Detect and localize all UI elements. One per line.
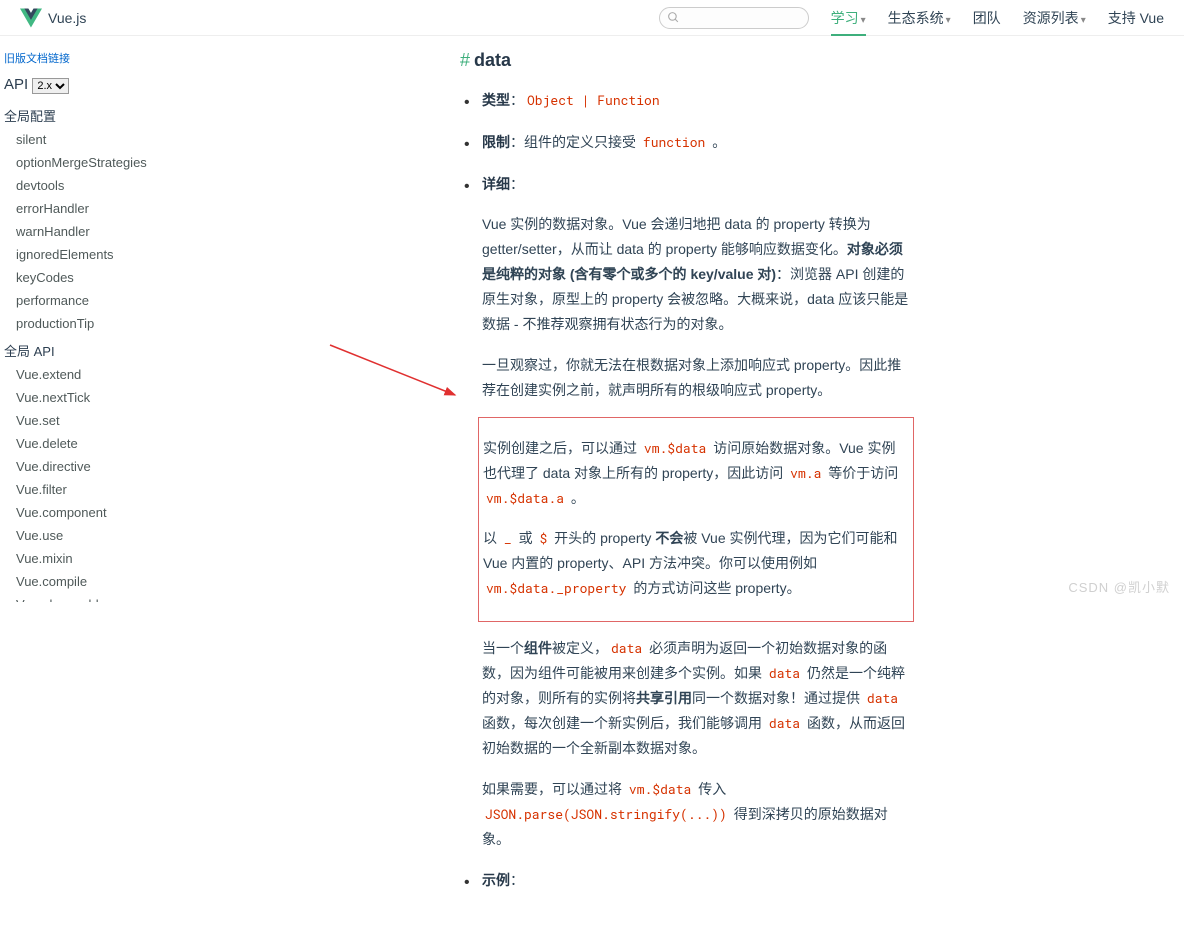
sidebar: 旧版文档链接 API 2.x 全局配置silentoptionMergeStra… (0, 40, 190, 602)
sidebar-item[interactable]: Vue.filter (0, 478, 190, 501)
version-select[interactable]: 2.x (32, 78, 69, 94)
sidebar-item[interactable]: productionTip (0, 312, 190, 335)
type-item: 类型：Object | Function (478, 89, 910, 113)
sidebar-item[interactable]: Vue.delete (0, 432, 190, 455)
detail-item: 详细： Vue 实例的数据对象。Vue 会递归地把 data 的 propert… (478, 173, 910, 852)
detail-p4: 以 _ 或 $ 开头的 property 不会被 Vue 实例代理，因为它们可能… (483, 526, 909, 601)
brand-logo[interactable]: Vue.js (20, 7, 86, 29)
sidebar-title-text: API (4, 76, 28, 93)
detail-p5: 当一个组件被定义，data 必须声明为返回一个初始数据对象的函数，因为组件可能被… (482, 636, 910, 761)
detail-p2: 一旦观察过，你就无法在根数据对象上添加响应式 property。因此推荐在创建实… (482, 353, 910, 403)
search-icon (667, 11, 680, 24)
brand-text: Vue.js (48, 10, 86, 26)
hash-anchor[interactable]: # (460, 50, 470, 70)
sidebar-item[interactable]: Vue.component (0, 501, 190, 524)
sidebar-item[interactable]: keyCodes (0, 266, 190, 289)
highlighted-box: 实例创建之后，可以通过 vm.$data 访问原始数据对象。Vue 实例也代理了… (478, 417, 914, 622)
restrict-item: 限制：组件的定义只接受 function 。 (478, 131, 910, 155)
sidebar-item[interactable]: warnHandler (0, 220, 190, 243)
sidebar-item[interactable]: Vue.mixin (0, 547, 190, 570)
sidebar-item[interactable]: Vue.use (0, 524, 190, 547)
sidebar-section-header[interactable]: 全局配置 (0, 100, 190, 128)
top-nav: 学习▾ 生态系统▾ 团队 资源列表▾ 支持 Vue (659, 7, 1164, 29)
chevron-down-icon: ▾ (1081, 15, 1086, 26)
sidebar-title: API 2.x (0, 70, 190, 100)
old-docs-link[interactable]: 旧版文档链接 (0, 50, 190, 66)
sidebar-item[interactable]: Vue.set (0, 409, 190, 432)
vue-logo-icon (20, 7, 42, 29)
sidebar-item[interactable]: Vue.directive (0, 455, 190, 478)
sidebar-item[interactable]: Vue.extend (0, 363, 190, 386)
sidebar-section-header[interactable]: 全局 API (0, 335, 190, 363)
main-content: #data 类型：Object | Function 限制：组件的定义只接受 f… (210, 0, 950, 931)
sidebar-item[interactable]: Vue.observable (0, 593, 190, 602)
section-heading: #data (460, 50, 910, 71)
chevron-down-icon: ▾ (946, 15, 951, 26)
nav-learn[interactable]: 学习▾ (831, 8, 866, 28)
nav-resources[interactable]: 资源列表▾ (1023, 8, 1086, 28)
sidebar-item[interactable]: errorHandler (0, 197, 190, 220)
top-header: Vue.js 学习▾ 生态系统▾ 团队 资源列表▾ 支持 Vue (0, 0, 1184, 36)
nav-team[interactable]: 团队 (973, 8, 1001, 28)
sidebar-item[interactable]: ignoredElements (0, 243, 190, 266)
sidebar-item[interactable]: Vue.compile (0, 570, 190, 593)
detail-p1: Vue 实例的数据对象。Vue 会递归地把 data 的 property 转换… (482, 212, 910, 337)
type-code: Object | Function (524, 91, 663, 109)
example-item: 示例： (478, 869, 910, 893)
nav-ecosystem[interactable]: 生态系统▾ (888, 8, 951, 28)
sidebar-item[interactable]: devtools (0, 174, 190, 197)
search-wrap (659, 7, 809, 29)
sidebar-item[interactable]: Vue.nextTick (0, 386, 190, 409)
chevron-down-icon: ▾ (861, 15, 866, 26)
sidebar-item[interactable]: optionMergeStrategies (0, 151, 190, 174)
sidebar-item[interactable]: silent (0, 128, 190, 151)
nav-support[interactable]: 支持 Vue (1108, 8, 1164, 28)
sidebar-item[interactable]: performance (0, 289, 190, 312)
detail-p3: 实例创建之后，可以通过 vm.$data 访问原始数据对象。Vue 实例也代理了… (483, 436, 909, 511)
detail-p6: 如果需要，可以通过将 vm.$data 传入 JSON.parse(JSON.s… (482, 777, 910, 852)
watermark: CSDN @凯小默 (1068, 577, 1170, 596)
search-input[interactable] (659, 7, 809, 29)
